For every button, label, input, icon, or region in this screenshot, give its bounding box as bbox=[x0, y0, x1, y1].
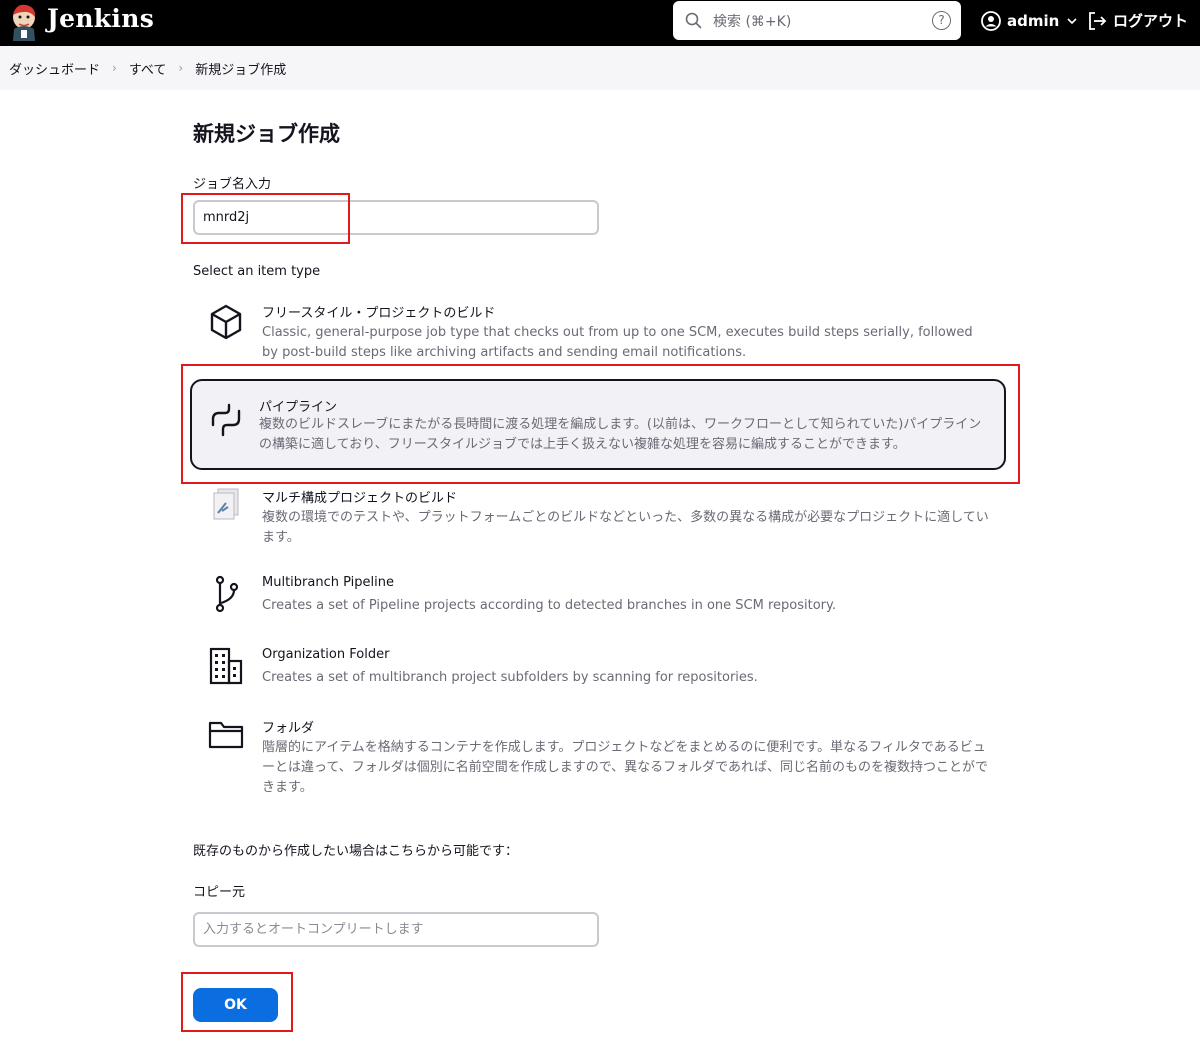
highlight-box bbox=[181, 364, 1020, 484]
highlight-box bbox=[181, 972, 293, 1032]
item-title: Organization Folder bbox=[262, 647, 390, 662]
item-description: Creates a set of Pipeline projects accor… bbox=[262, 598, 836, 613]
chevron-down-icon bbox=[1067, 17, 1077, 24]
chevron-right-icon: › bbox=[178, 61, 184, 75]
breadcrumb-new-job[interactable]: 新規ジョブ作成 bbox=[195, 59, 286, 78]
brand-name[interactable]: Jenkins bbox=[47, 4, 154, 33]
logout-icon bbox=[1089, 11, 1107, 30]
search-placeholder: 検索 (⌘+K) bbox=[713, 14, 792, 30]
job-name-label: ジョブ名入力 bbox=[193, 177, 272, 192]
item-type-organization-folder[interactable]: Organization Folder Creates a set of mul… bbox=[193, 647, 1009, 692]
copy-intro-text: 既存のものから作成したい場合はこちらから可能です： bbox=[193, 844, 519, 859]
item-description: 複数の環境でのテストや、プラットフォームごとのビルドなどといった、多数の異なる構… bbox=[262, 510, 989, 545]
item-description: Classic, general-purpose job type that c… bbox=[262, 325, 973, 360]
user-name: admin bbox=[1007, 12, 1060, 30]
copy-from-input[interactable] bbox=[193, 912, 599, 947]
item-description: Creates a set of multibranch project sub… bbox=[262, 670, 758, 685]
copy-from-label: コピー元 bbox=[193, 885, 246, 900]
help-icon[interactable]: ? bbox=[932, 11, 951, 30]
breadcrumb-all[interactable]: すべて bbox=[129, 59, 167, 78]
folder-icon bbox=[208, 721, 244, 749]
search-box[interactable]: 検索 (⌘+K) ? bbox=[673, 1, 961, 40]
package-icon bbox=[210, 304, 242, 340]
item-type-multi-config[interactable]: マルチ構成プロジェクトのビルド 複数の環境でのテストや、プラットフォームごとのビ… bbox=[193, 487, 1009, 547]
highlight-box bbox=[181, 193, 350, 244]
item-type-multibranch[interactable]: Multibranch Pipeline Creates a set of Pi… bbox=[193, 575, 1009, 620]
page-title: 新規ジョブ作成 bbox=[193, 122, 340, 146]
logout-link[interactable]: ログアウト bbox=[1087, 10, 1188, 31]
jenkins-logo-icon[interactable] bbox=[8, 3, 40, 41]
branch-icon bbox=[215, 575, 239, 613]
top-header: Jenkins 検索 (⌘+K) ? admin ログアウト bbox=[0, 0, 1200, 46]
multi-config-icon bbox=[213, 488, 239, 520]
item-type-folder[interactable]: フォルダ 階層的にアイテムを格納するコンテナを作成します。プロジェクトなどをまと… bbox=[193, 717, 1009, 797]
organization-icon bbox=[209, 647, 243, 685]
breadcrumb: ダッシュボード › すべて › 新規ジョブ作成 bbox=[0, 46, 1200, 90]
logout-label: ログアウト bbox=[1113, 12, 1189, 30]
item-title: フォルダ bbox=[262, 721, 315, 736]
search-icon bbox=[685, 12, 702, 29]
item-title: マルチ構成プロジェクトのビルド bbox=[262, 491, 458, 506]
breadcrumb-dashboard[interactable]: ダッシュボード bbox=[9, 59, 100, 78]
user-avatar-icon bbox=[981, 11, 1001, 31]
item-title: Multibranch Pipeline bbox=[262, 575, 394, 590]
item-title: フリースタイル・プロジェクトのビルド bbox=[262, 306, 496, 321]
item-type-label: Select an item type bbox=[193, 264, 321, 279]
chevron-right-icon: › bbox=[112, 61, 117, 75]
item-type-freestyle[interactable]: フリースタイル・プロジェクトのビルド Classic, general-purp… bbox=[193, 302, 1009, 362]
user-menu[interactable]: admin bbox=[981, 10, 1077, 32]
item-description: 階層的にアイテムを格納するコンテナを作成します。プロジェクトなどをまとめるのに便… bbox=[262, 740, 989, 795]
